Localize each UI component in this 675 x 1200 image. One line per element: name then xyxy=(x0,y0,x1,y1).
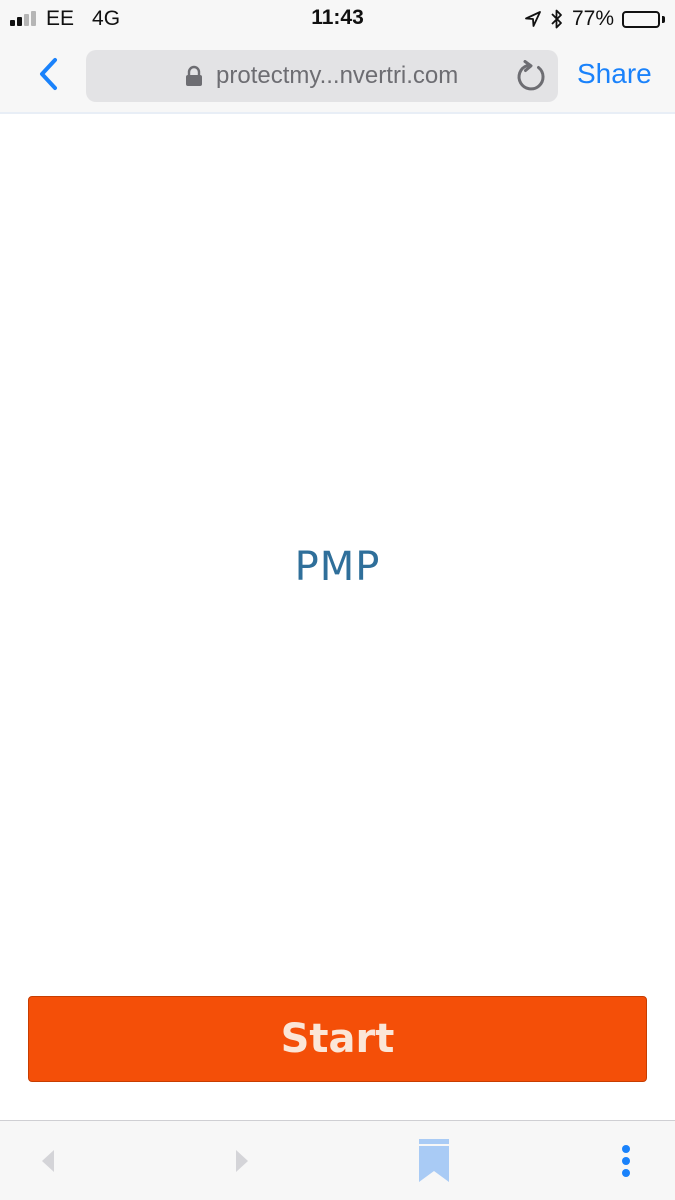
more-menu-icon[interactable] xyxy=(604,1139,648,1183)
screen: EE 4G 11:43 77% protectmy...nvertri.com … xyxy=(0,0,675,1200)
share-button[interactable]: Share xyxy=(577,58,652,90)
url-field[interactable]: protectmy...nvertri.com xyxy=(86,50,558,102)
page-content: PMP Start xyxy=(0,114,675,1120)
bluetooth-icon xyxy=(550,8,564,30)
forward-arrow-icon[interactable] xyxy=(220,1139,264,1183)
lock-icon xyxy=(184,65,204,92)
reload-icon[interactable] xyxy=(512,58,550,96)
url-text: protectmy...nvertri.com xyxy=(216,62,459,89)
bottom-toolbar xyxy=(0,1120,675,1200)
page-title: PMP xyxy=(294,544,381,590)
status-bar: EE 4G 11:43 77% xyxy=(0,0,675,38)
back-chevron-icon[interactable] xyxy=(28,52,68,96)
back-arrow-icon[interactable] xyxy=(26,1139,70,1183)
battery-percent: 77% xyxy=(571,7,614,30)
start-button[interactable]: Start xyxy=(28,996,647,1082)
browser-nav-bar: protectmy...nvertri.com Share xyxy=(0,38,675,114)
bookmarks-icon[interactable] xyxy=(412,1139,456,1183)
status-right: 77% xyxy=(524,6,665,32)
battery-icon xyxy=(622,10,665,28)
location-arrow-icon xyxy=(524,10,542,28)
